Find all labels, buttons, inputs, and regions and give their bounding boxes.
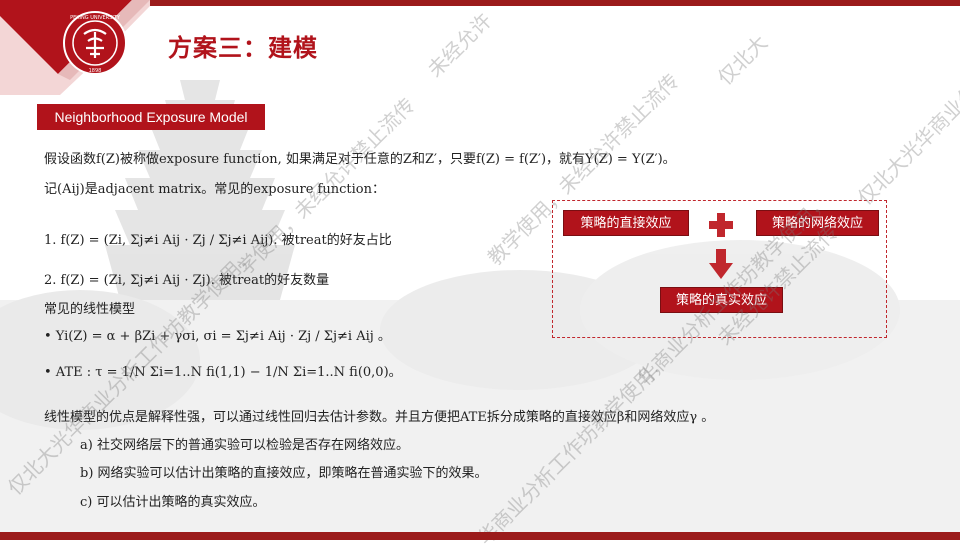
section-tag: Neighborhood Exposure Model bbox=[37, 104, 265, 130]
point-c: c) 可以估计出策略的真实效应。 bbox=[80, 495, 266, 510]
point-b: b) 网络实验可以估计出策略的直接效应，即策略在普通实验下的效果。 bbox=[80, 466, 488, 481]
plus-icon bbox=[709, 213, 733, 237]
point-a: a) 社交网络层下的普通实验可以检验是否存在网络效应。 bbox=[80, 438, 409, 453]
svg-text:1898: 1898 bbox=[89, 68, 102, 74]
page-title: 方案三：建模 bbox=[168, 33, 318, 62]
university-logo: PEKING UNIVERSITY 1898 bbox=[63, 11, 127, 75]
direct-effect-box: 策略的直接效应 bbox=[563, 210, 689, 236]
linear-model-heading: 常见的线性模型 bbox=[44, 302, 136, 317]
svg-text:PEKING UNIVERSITY: PEKING UNIVERSITY bbox=[70, 15, 121, 21]
exposure-function-item-2: 2. f(Z) = (Zi, Σj≠i Aij · Zj). 被treat的好友… bbox=[44, 273, 330, 288]
exposure-function-item-1: 1. f(Z) = (Zi, Σj≠i Aij · Zj / Σj≠i Aij)… bbox=[44, 233, 392, 248]
bottom-bar bbox=[0, 532, 960, 540]
linear-model-bullet-2: • ATE : τ = 1/N Σi=1..N fi(1,1) − 1/N Σi… bbox=[44, 365, 402, 380]
linear-model-bullet-1: • Yi(Z) = α + βZi + γσi, σi = Σj≠i Aij ·… bbox=[44, 329, 391, 344]
